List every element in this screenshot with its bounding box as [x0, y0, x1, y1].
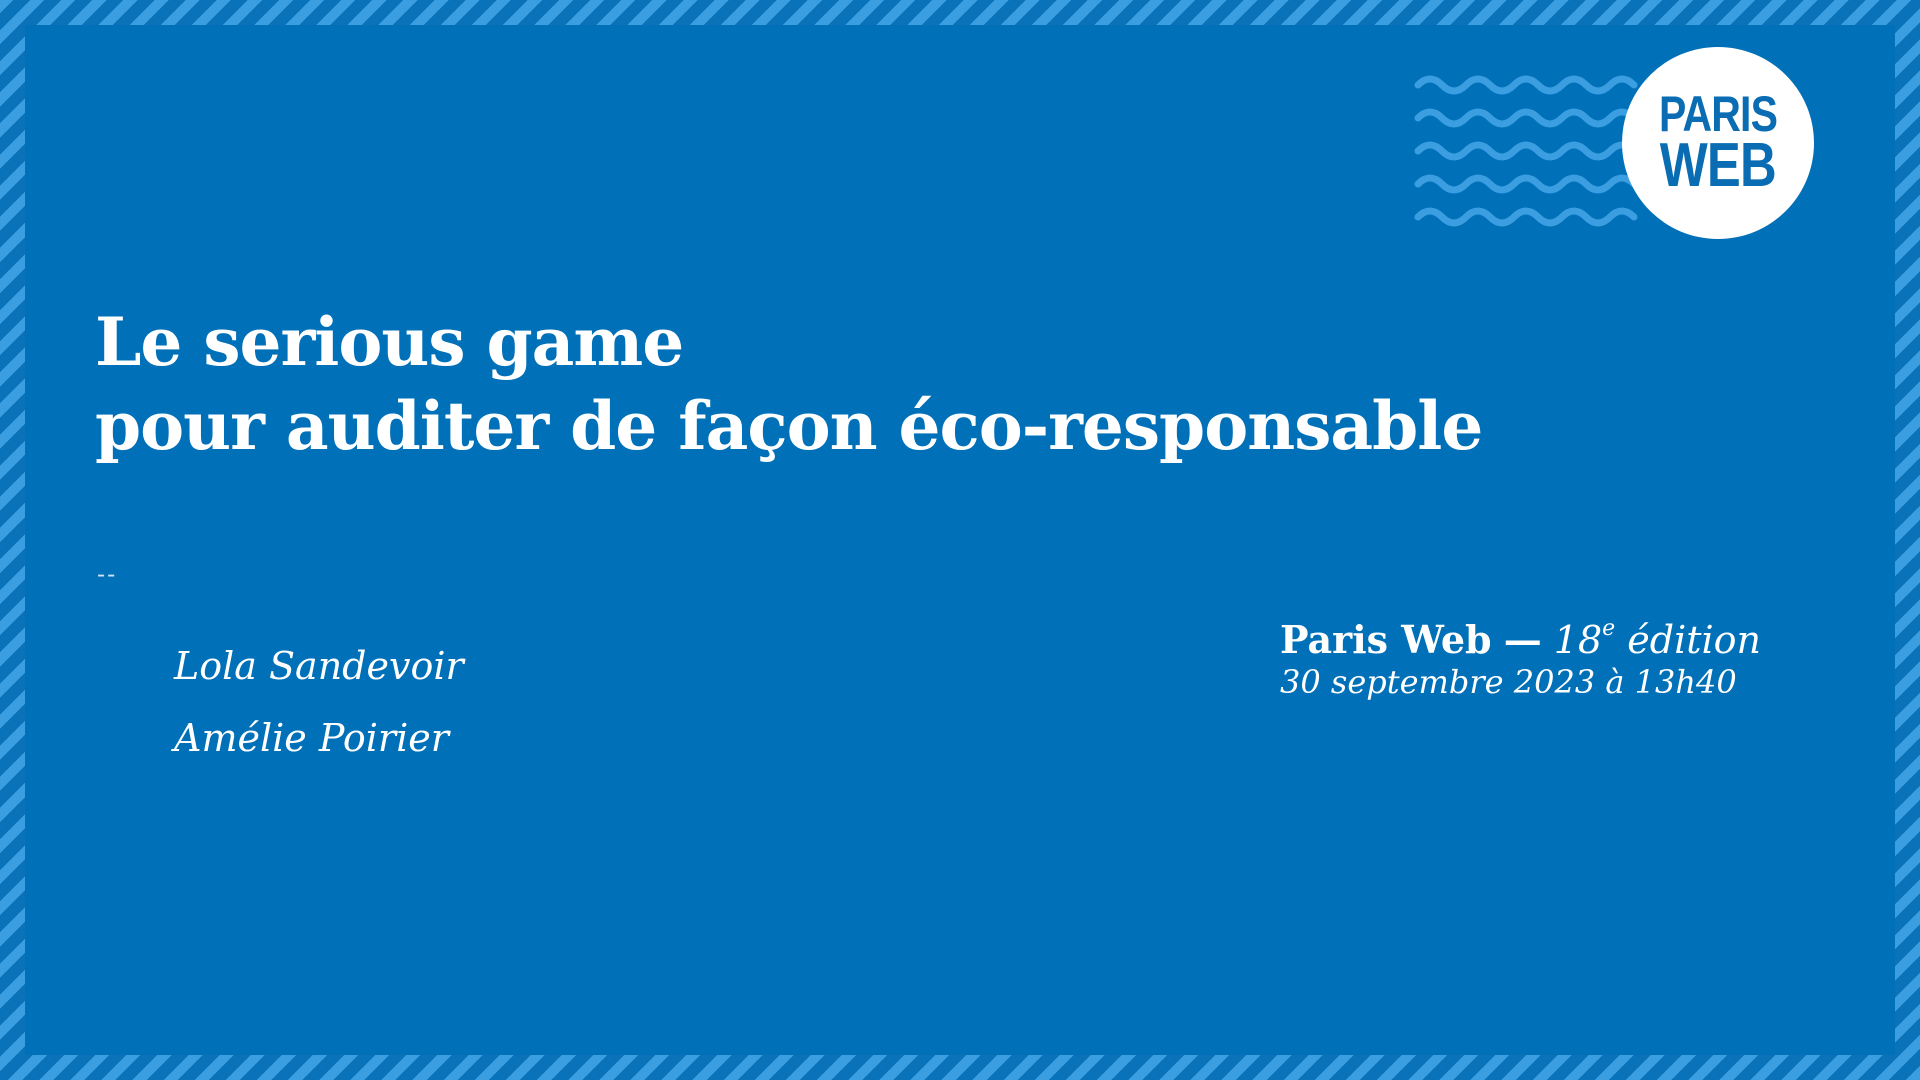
paris-web-logo: PARIS WEB	[1622, 47, 1814, 239]
authors-list: Lola Sandevoir Amélie Poirier	[174, 630, 464, 774]
talk-title-line-1: Le serious game	[95, 303, 684, 381]
event-info: Paris Web — 18e édition 30 septembre 202…	[1280, 618, 1761, 702]
edition-number: 18	[1553, 618, 1603, 662]
event-date: 30 septembre 2023 à 13h40	[1280, 663, 1737, 701]
edition-word: édition	[1627, 618, 1762, 662]
author-name: Amélie Poirier	[174, 716, 449, 760]
event-edition-line: Paris Web — 18e édition	[1280, 616, 1762, 663]
logo-line-web: WEB	[1659, 131, 1777, 201]
waves-decoration-icon	[1414, 75, 1638, 227]
author-name: Lola Sandevoir	[174, 644, 464, 688]
talk-title: Le serious game pour auditer de façon éc…	[95, 300, 1483, 468]
edition-suffix: e	[1602, 616, 1616, 641]
talk-title-line-2: pour auditer de façon éco-responsable	[95, 387, 1483, 465]
event-name: Paris Web	[1280, 617, 1492, 662]
event-dash: —	[1503, 617, 1542, 662]
separator: --	[97, 560, 118, 588]
